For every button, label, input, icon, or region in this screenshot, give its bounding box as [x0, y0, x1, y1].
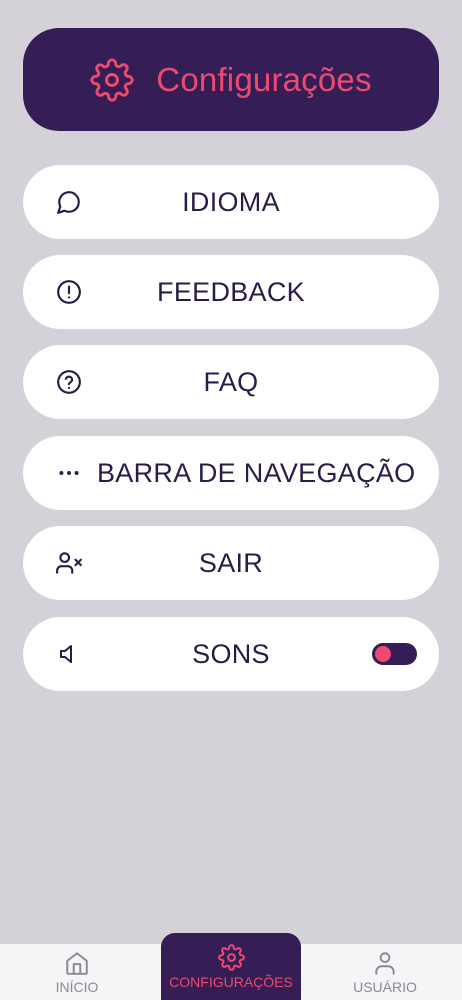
menu-item-sons[interactable]: SONS — [23, 617, 439, 691]
menu-item-idioma[interactable]: IDIOMA — [23, 165, 439, 239]
page-title: Configurações — [156, 60, 372, 98]
menu-item-label: SAIR — [198, 547, 264, 578]
gear-icon — [217, 944, 245, 972]
nav-item-label: USUÁRIO — [353, 979, 417, 995]
menu-item-label: FEEDBACK — [157, 276, 305, 307]
menu-item-faq[interactable]: FAQ — [23, 345, 439, 419]
page-header: Configurações — [23, 28, 439, 131]
nav-item-usuario[interactable]: USUÁRIO — [308, 944, 462, 1000]
toggle-knob — [375, 646, 391, 662]
settings-screen: Configurações IDIOMA FEEDBACK FAQ BARRA … — [0, 0, 462, 1000]
bottom-nav: INÍCIO CONFIGURAÇÕES USUÁRIO — [0, 933, 462, 1000]
menu-item-feedback[interactable]: FEEDBACK — [23, 255, 439, 329]
menu-item-sair[interactable]: SAIR — [23, 526, 439, 600]
nav-item-inicio[interactable]: INÍCIO — [0, 944, 154, 1000]
menu-item-label: IDIOMA — [182, 186, 280, 217]
menu-item-label: FAQ — [203, 366, 259, 397]
nav-item-configuracoes[interactable]: CONFIGURAÇÕES — [161, 933, 301, 1000]
more-horizontal-icon — [55, 459, 83, 487]
sound-toggle[interactable] — [372, 643, 417, 665]
gear-icon — [90, 57, 134, 102]
user-icon — [371, 949, 399, 977]
menu-item-label: BARRA DE NAVEGAÇÃO — [97, 457, 416, 488]
menu-item-barra-de-navegacao[interactable]: BARRA DE NAVEGAÇÃO — [23, 436, 439, 510]
nav-item-label: CONFIGURAÇÕES — [169, 973, 293, 990]
nav-item-label: INÍCIO — [55, 979, 99, 995]
home-icon — [63, 949, 91, 977]
